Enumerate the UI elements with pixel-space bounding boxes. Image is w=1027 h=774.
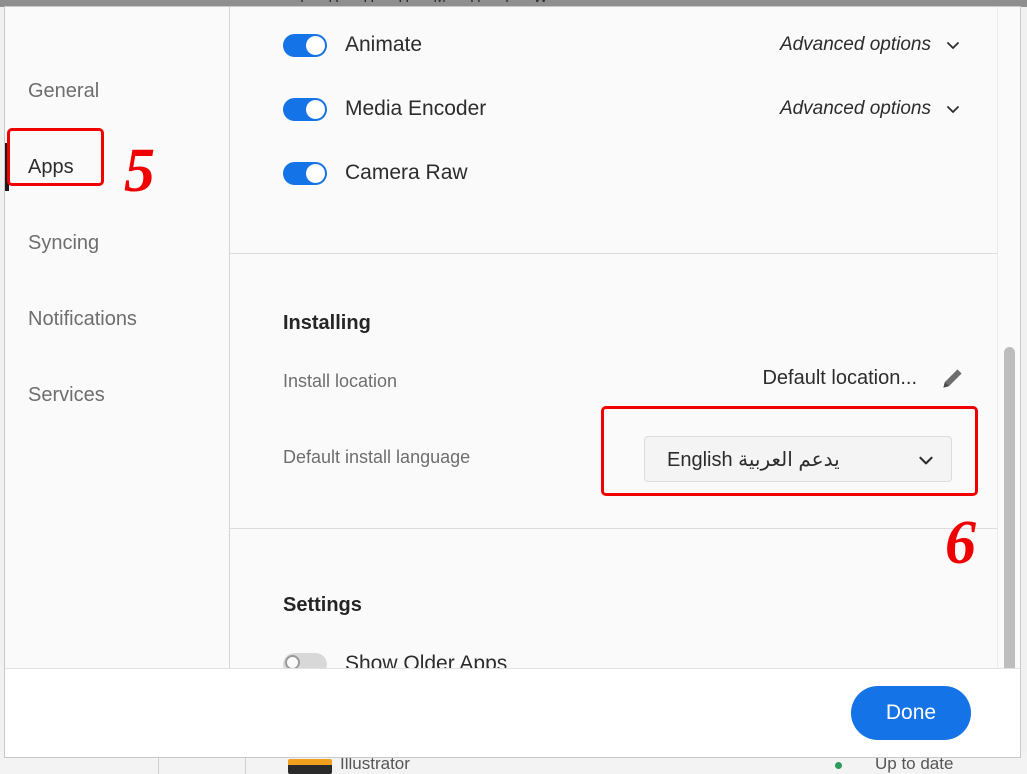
dialog-body: General Apps Syncing Notifications Servi… [5,7,1020,669]
toggle-camera-raw[interactable] [283,162,327,185]
content-scrollbar-track[interactable] [997,7,1020,669]
install-location-value: Default location... [762,367,917,390]
done-button[interactable]: Done [851,686,971,740]
dialog-footer: Done [5,668,1020,757]
chevron-down-icon [945,101,961,117]
installing-section: Installing Install location Default loca… [230,254,1020,528]
toggle-animate[interactable] [283,34,327,57]
settings-row-show-older-apps: Show Older Apps [230,648,1020,669]
advanced-options-animate[interactable]: Advanced options [780,34,961,56]
selection-indicator [5,143,9,191]
default-install-language-label: Default install language [283,447,470,468]
content-scrollbar-thumb[interactable] [1004,347,1015,669]
default-install-language-select[interactable]: English يدعم العربية [644,436,952,482]
settings-section: Settings Show Older Apps [230,529,1020,669]
sidebar-item-label: Syncing [28,232,99,255]
app-row-animate: Animate Advanced options [230,29,1020,61]
default-install-language-value: English يدعم العربية [667,447,840,472]
installing-section-title: Installing [283,312,371,335]
app-row-media-encoder: Media Encoder Advanced options [230,93,1020,125]
sidebar-item-general[interactable]: General [5,53,230,129]
settings-label-show-older-apps: Show Older Apps [345,652,507,669]
sidebar-nav-list: General Apps Syncing Notifications Servi… [5,53,230,433]
app-row-camera-raw: Camera Raw [230,157,1020,189]
app-label-animate: Animate [345,33,422,57]
sidebar-item-notifications[interactable]: Notifications [5,281,230,357]
preferences-dialog: General Apps Syncing Notifications Servi… [4,6,1021,758]
illustrator-app-icon [288,759,332,774]
app-label-camera-raw: Camera Raw [345,161,468,185]
sidebar-item-label: Services [28,384,105,407]
sidebar-item-syncing[interactable]: Syncing [5,205,230,281]
advanced-options-label: Advanced options [780,34,931,56]
app-label-media-encoder: Media Encoder [345,97,486,121]
sidebar: General Apps Syncing Notifications Servi… [5,7,230,669]
toggle-knob [306,100,325,119]
settings-section-title: Settings [283,594,362,617]
sidebar-item-label: Apps [28,156,74,179]
apps-toggle-section: Animate Advanced options Media Encoder [230,7,1020,253]
sidebar-item-label: General [28,80,99,103]
advanced-options-label: Advanced options [780,98,931,120]
toggle-knob [306,164,325,183]
toggle-show-older-apps[interactable] [283,653,327,670]
toggle-knob [306,36,325,55]
chevron-down-icon [945,37,961,53]
install-location-label: Install location [283,371,397,392]
settings-content-pane: Animate Advanced options Media Encoder [230,7,1020,669]
sidebar-item-apps[interactable]: Apps [5,129,230,205]
pencil-icon[interactable] [939,366,965,392]
sidebar-item-label: Notifications [28,308,137,331]
toggle-knob [285,655,300,670]
sidebar-item-services[interactable]: Services [5,357,230,433]
advanced-options-media-encoder[interactable]: Advanced options [780,98,961,120]
chevron-down-icon [917,451,933,467]
status-dot-icon [835,762,842,769]
toggle-media-encoder[interactable] [283,98,327,121]
